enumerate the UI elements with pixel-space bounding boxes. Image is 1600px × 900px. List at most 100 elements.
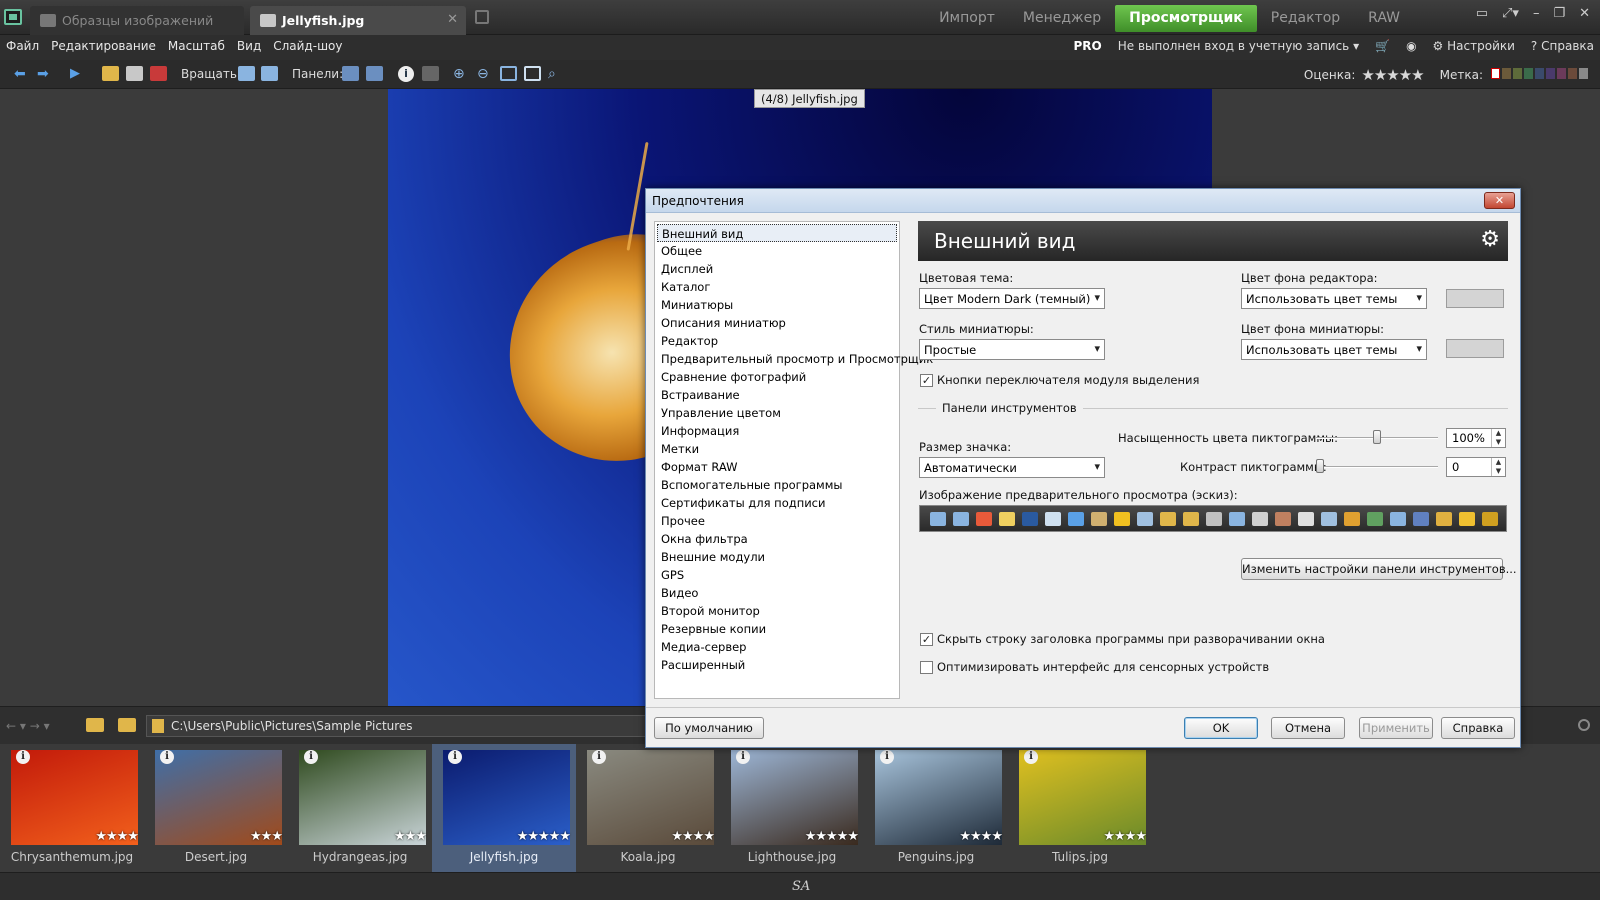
contrast-slider-track[interactable]: [1316, 466, 1438, 468]
color-theme-select[interactable]: Цвет Modern Dark (темный): [919, 288, 1105, 309]
path-field[interactable]: C:\Users\Public\Pictures\Sample Pictures: [146, 715, 646, 737]
icon-size-select[interactable]: Автоматически: [919, 457, 1105, 478]
tab-sample-pictures[interactable]: Образцы изображений: [30, 6, 244, 35]
menu-item[interactable]: Слайд-шоу: [267, 39, 348, 53]
mode-tab[interactable]: Импорт: [925, 5, 1009, 32]
open-folder-icon[interactable]: [102, 66, 119, 81]
nav-item[interactable]: Прочее: [657, 512, 897, 530]
thumbnail-item[interactable]: i ★★★★ Chrysanthemum.jpg: [0, 744, 144, 872]
nav-item[interactable]: Описания миниатюр: [657, 314, 897, 332]
nav-item[interactable]: Окна фильтра: [657, 530, 897, 548]
account-menu[interactable]: Не выполнен вход в учетную запись ▾: [1118, 39, 1359, 53]
thumbnail-rating[interactable]: ★★★: [394, 829, 427, 844]
delete-icon[interactable]: [150, 66, 167, 81]
no-label-swatch[interactable]: [1491, 68, 1500, 79]
thumbnail-rating[interactable]: ★★★★★: [517, 829, 571, 844]
thumbnail-item[interactable]: i ★★★ Hydrangeas.jpg: [288, 744, 432, 872]
label-swatch[interactable]: [1546, 68, 1555, 79]
help-menu[interactable]: ? Справка: [1531, 39, 1594, 53]
thumbnail-rating[interactable]: ★★★: [250, 829, 283, 844]
nav-item[interactable]: Внешний вид: [657, 224, 897, 242]
app-logo-icon[interactable]: [4, 9, 22, 25]
nav-arrows-icon[interactable]: ← ▾ → ▾: [6, 719, 50, 733]
rating-stars[interactable]: ★★★★★: [1361, 66, 1424, 84]
nav-item[interactable]: Сертификаты для подписи: [657, 494, 897, 512]
nav-item[interactable]: Второй монитор: [657, 602, 897, 620]
close-window-icon[interactable]: ✕: [1579, 6, 1590, 21]
info-icon[interactable]: i: [304, 750, 318, 764]
mode-tab[interactable]: Менеджер: [1009, 5, 1115, 32]
nav-item[interactable]: Внешние модули: [657, 548, 897, 566]
label-swatch[interactable]: [1557, 68, 1566, 79]
info-icon[interactable]: i: [1024, 750, 1038, 764]
thumb-style-select[interactable]: Простые: [919, 339, 1105, 360]
label-swatch[interactable]: [1535, 68, 1544, 79]
nav-item[interactable]: GPS: [657, 566, 897, 584]
thumbnail-rating[interactable]: ★★★★: [959, 829, 1003, 844]
touch-optimize-checkbox[interactable]: Оптимизировать интерфейс для сенсорных у…: [920, 660, 1269, 674]
label-swatch[interactable]: [1513, 68, 1522, 79]
apply-button[interactable]: Применить: [1359, 717, 1433, 739]
actual-size-icon[interactable]: [500, 66, 517, 81]
contrast-slider-thumb[interactable]: [1316, 459, 1324, 473]
label-swatch[interactable]: [1579, 68, 1588, 79]
menu-item[interactable]: Вид: [231, 39, 267, 53]
nav-item[interactable]: Метки: [657, 440, 897, 458]
rotate-right-icon[interactable]: [261, 66, 278, 81]
browse-folder-icon[interactable]: [118, 718, 136, 732]
thumb-bg-select[interactable]: Использовать цвет темы: [1241, 339, 1427, 360]
nav-item[interactable]: Расширенный: [657, 656, 897, 674]
nav-item[interactable]: Дисплей: [657, 260, 897, 278]
thumbnail-item[interactable]: i ★★★★★ Jellyfish.jpg: [432, 744, 576, 872]
panel-navigator-icon[interactable]: [366, 66, 383, 81]
thumbnail-item[interactable]: i ★★★★ Tulips.jpg: [1008, 744, 1152, 872]
nav-item[interactable]: Видео: [657, 584, 897, 602]
label-swatch[interactable]: [1524, 68, 1533, 79]
restore-icon[interactable]: ❐: [1553, 6, 1565, 21]
saturation-spinbox[interactable]: 100% ▲ ▼: [1446, 428, 1506, 448]
menu-item[interactable]: Редактирование: [45, 39, 162, 53]
fit-to-window-icon[interactable]: [524, 66, 541, 81]
thumbnail-item[interactable]: i ★★★ Desert.jpg: [144, 744, 288, 872]
contrast-spinbox[interactable]: 0 ▲ ▼: [1446, 457, 1506, 477]
nav-item[interactable]: Предварительный просмотр и Просмотрщик: [657, 350, 933, 368]
nav-item[interactable]: Вспомогательные программы: [657, 476, 897, 494]
saturation-slider-thumb[interactable]: [1373, 430, 1381, 444]
info-icon[interactable]: i: [448, 750, 462, 764]
thumbnail-item[interactable]: i ★★★★ Penguins.jpg: [864, 744, 1008, 872]
info-icon[interactable]: i: [16, 750, 30, 764]
tab-jellyfish[interactable]: Jellyfish.jpg ✕: [250, 6, 466, 35]
mode-tab[interactable]: Редактор: [1257, 5, 1354, 32]
nav-item[interactable]: Информация: [657, 422, 897, 440]
thumbnail-item[interactable]: i ★★★★ Koala.jpg: [576, 744, 720, 872]
zoom-in-icon[interactable]: ⊕: [453, 66, 465, 82]
info-icon[interactable]: i: [160, 750, 174, 764]
label-swatch[interactable]: [1502, 68, 1511, 79]
cart-icon[interactable]: 🛒: [1375, 39, 1390, 53]
close-tab-icon[interactable]: ✕: [447, 12, 458, 27]
info-icon[interactable]: i: [592, 750, 606, 764]
nav-item[interactable]: Резервные копии: [657, 620, 897, 638]
rss-icon[interactable]: ◉: [1406, 39, 1416, 53]
new-tab-icon[interactable]: [475, 10, 489, 24]
info-icon[interactable]: i: [880, 750, 894, 764]
menu-item[interactable]: Масштаб: [162, 39, 231, 53]
back-arrow-icon[interactable]: ⬅: [14, 66, 26, 82]
nav-item[interactable]: Формат RAW: [657, 458, 897, 476]
checkbox-box[interactable]: ✓: [920, 632, 933, 646]
dialog-help-button[interactable]: Справка: [1441, 717, 1515, 739]
defaults-button[interactable]: По умолчанию: [654, 717, 764, 739]
settings-menu[interactable]: ⚙ Настройки: [1433, 39, 1515, 53]
nav-item[interactable]: Встраивание: [657, 386, 897, 404]
nav-item[interactable]: Каталог: [657, 278, 897, 296]
editor-bg-select[interactable]: Использовать цвет темы: [1241, 288, 1427, 309]
checkbox-box[interactable]: [920, 660, 933, 674]
zoom-out-icon[interactable]: ⊖: [477, 66, 489, 82]
nav-item[interactable]: Сравнение фотографий: [657, 368, 897, 386]
label-swatch[interactable]: [1568, 68, 1577, 79]
thumbnail-rating[interactable]: ★★★★: [671, 829, 715, 844]
thumb-bg-color-swatch[interactable]: [1446, 339, 1504, 358]
thumbnail-item[interactable]: i ★★★★★ Lighthouse.jpg: [720, 744, 864, 872]
thumbnail-rating[interactable]: ★★★★: [95, 829, 139, 844]
spin-arrows-icon[interactable]: ▲ ▼: [1491, 458, 1505, 476]
